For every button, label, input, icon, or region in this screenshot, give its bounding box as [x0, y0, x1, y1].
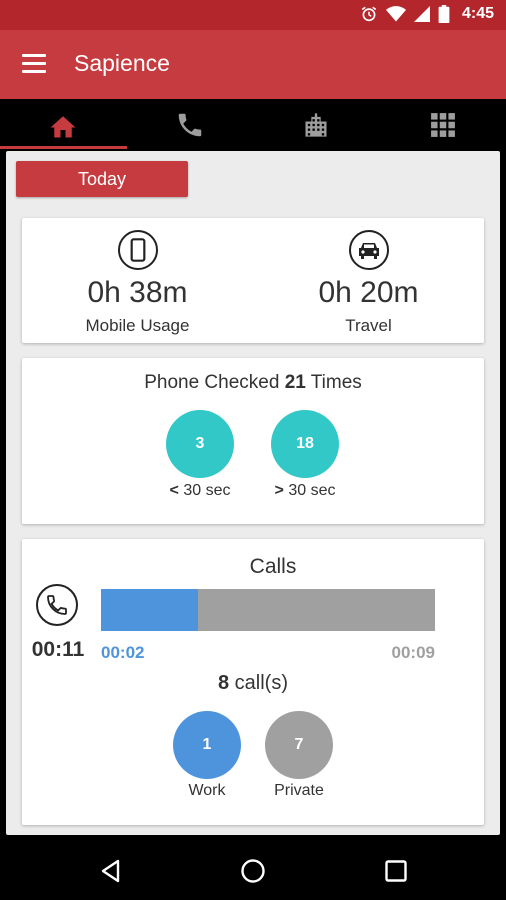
- calls-total-duration: 00:11: [31, 638, 85, 661]
- home-icon: [50, 116, 76, 138]
- phone-checks-title-suffix: Times: [305, 372, 362, 393]
- tab-office[interactable]: [253, 99, 380, 151]
- hamburger-menu-icon[interactable]: [22, 54, 46, 74]
- private-calls-bubble: 7: [265, 711, 333, 779]
- work-calls-bubble: 1: [173, 711, 241, 779]
- phone-checks-count: 21: [284, 372, 306, 393]
- work-duration-label: 00:02: [101, 643, 145, 662]
- smartphone-icon: [117, 230, 158, 270]
- work-duration-fill: [101, 589, 198, 631]
- signal-icon: [413, 6, 430, 22]
- short-checks-symbol: <: [169, 482, 179, 499]
- calls-count: 8 call(s): [22, 672, 484, 695]
- back-icon[interactable]: [98, 858, 124, 884]
- status-bar: 4:45: [0, 0, 506, 30]
- phone-icon: [178, 113, 201, 137]
- tab-apps[interactable]: [380, 99, 506, 151]
- car-icon: [348, 230, 389, 270]
- long-checks-text: 30 sec: [283, 482, 336, 499]
- travel-label: Travel: [345, 316, 392, 335]
- apps-grid-icon: [430, 113, 455, 137]
- building-icon: [305, 113, 327, 137]
- long-checks-bubble: 18: [271, 410, 339, 478]
- mobile-usage-value: 0h 38m: [87, 276, 188, 309]
- private-calls-label: Private: [274, 782, 324, 799]
- home-circle-icon[interactable]: [240, 858, 266, 884]
- dashboard-content: Today 0h 38m Mobile Usage 0h 20m Travel …: [6, 151, 500, 835]
- alarm-icon: [361, 6, 377, 22]
- travel-value: 0h 20m: [318, 276, 419, 309]
- phone-checks-title-prefix: Phone Checked: [144, 372, 285, 393]
- usage-card: 0h 38m Mobile Usage 0h 20m Travel: [22, 218, 484, 343]
- private-duration-label: 00:09: [391, 643, 435, 662]
- recents-square-icon[interactable]: [383, 858, 409, 884]
- app-bar: Sapience: [0, 30, 506, 99]
- phone-checks-card: Phone Checked 21 Times 3 < 30 sec 18 > 3…: [22, 358, 484, 524]
- calls-title: Calls: [249, 555, 297, 578]
- status-time: 4:45: [461, 5, 494, 22]
- long-checks-label: > 30 sec: [255, 482, 355, 500]
- tab-bar: [0, 99, 506, 151]
- long-checks-symbol: >: [274, 482, 284, 499]
- short-checks-text: 30 sec: [178, 482, 231, 499]
- travel-stat: 0h 20m Travel: [253, 218, 484, 343]
- calls-card: Calls 00:11 00:02 00:09 8 call(s) 1 Work…: [22, 539, 484, 825]
- phone-checks-title: Phone Checked 21 Times: [22, 372, 484, 394]
- calls-split-bar: [101, 589, 435, 631]
- short-checks-bubble: 3: [166, 410, 234, 478]
- mobile-usage-label: Mobile Usage: [85, 316, 190, 335]
- call-icon: [36, 584, 78, 626]
- period-today-button[interactable]: Today: [16, 161, 188, 197]
- battery-icon: [438, 5, 450, 23]
- calls-count-number: 8: [217, 672, 230, 694]
- status-icons: 4:45: [360, 5, 494, 23]
- wifi-icon: [385, 6, 406, 22]
- tab-calls[interactable]: [127, 99, 254, 151]
- calls-count-suffix: call(s): [229, 672, 288, 694]
- tab-home[interactable]: [0, 99, 127, 151]
- app-title: Sapience: [74, 50, 170, 76]
- system-nav-bar: [0, 840, 506, 900]
- work-calls-label: Work: [188, 782, 226, 799]
- mobile-usage-stat: 0h 38m Mobile Usage: [22, 218, 253, 343]
- short-checks-label: < 30 sec: [150, 482, 250, 500]
